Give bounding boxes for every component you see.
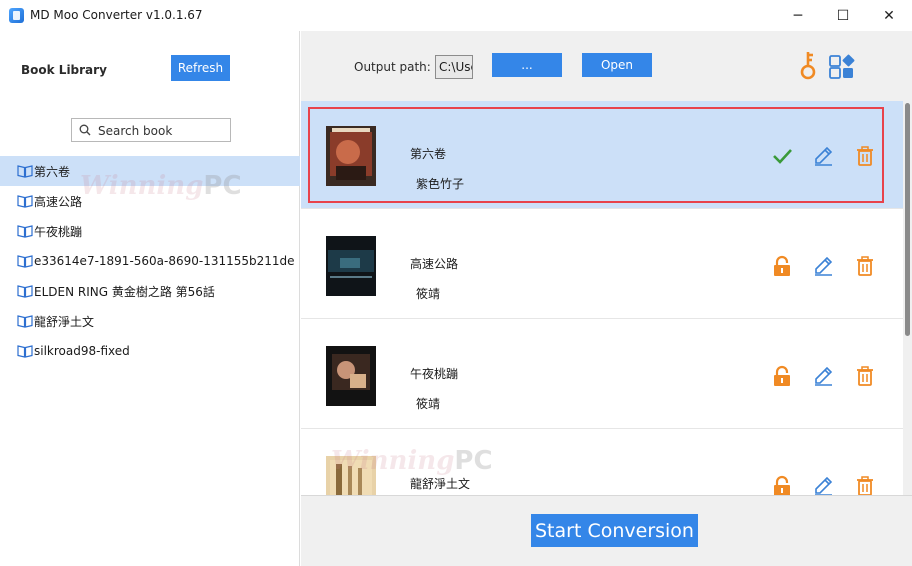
- book-icon: [17, 345, 33, 358]
- sidebar-book-item[interactable]: 午夜桃蹦: [0, 216, 300, 246]
- delete-icon[interactable]: [854, 365, 876, 387]
- book-title: 午夜桃蹦: [410, 367, 459, 381]
- maximize-button[interactable]: ☐: [820, 0, 866, 31]
- output-path-field[interactable]: C:\Use: [435, 55, 473, 79]
- key-icon[interactable]: [797, 50, 819, 80]
- book-title: 高速公路: [410, 257, 459, 271]
- book-author: 筱靖: [416, 287, 441, 301]
- sidebar-book-label: 龍舒淨土文: [34, 314, 95, 329]
- scrollbar-thumb[interactable]: [905, 103, 910, 336]
- app-icon: [9, 8, 24, 23]
- sidebar-book-item[interactable]: 高速公路: [0, 186, 300, 216]
- book-title: 龍舒淨土文: [410, 477, 471, 491]
- start-conversion-button[interactable]: Start Conversion: [531, 514, 698, 547]
- book-icon: [17, 315, 33, 328]
- sidebar-book-item[interactable]: 龍舒淨土文: [0, 306, 300, 336]
- search-placeholder: Search book: [98, 124, 173, 138]
- book-cover: [326, 126, 376, 186]
- sidebar-book-item[interactable]: ELDEN RING 黄金樹之路 第56話: [0, 276, 300, 306]
- sidebar-book-item[interactable]: silkroad98-fixed: [0, 336, 300, 366]
- sidebar-book-item[interactable]: 第六卷: [0, 156, 300, 186]
- book-library-panel: Book Library Refresh Search book 第六卷 高速公…: [0, 31, 300, 566]
- search-input[interactable]: Search book: [71, 118, 231, 142]
- book-cover: [326, 346, 376, 406]
- browse-button[interactable]: ...: [492, 53, 562, 77]
- sidebar-book-label: 午夜桃蹦: [34, 224, 83, 239]
- edit-icon[interactable]: [812, 255, 834, 277]
- minimize-button[interactable]: ─: [775, 0, 821, 31]
- sidebar-book-label: ELDEN RING 黄金樹之路 第56話: [34, 284, 215, 299]
- window-title: MD Moo Converter v1.0.1.67: [30, 8, 203, 22]
- book-row[interactable]: 龍舒淨土文: [301, 431, 903, 495]
- book-list: 第六卷 高速公路 午夜桃蹦 e33614e7-1891-560a-8690-13…: [0, 156, 300, 366]
- scrollbar[interactable]: [903, 101, 912, 495]
- apps-grid-icon[interactable]: [828, 52, 856, 80]
- refresh-button[interactable]: Refresh: [171, 55, 230, 81]
- selection-highlight: [308, 107, 884, 203]
- lock-icon[interactable]: [771, 365, 793, 387]
- book-icon: [17, 255, 33, 268]
- open-button[interactable]: Open: [582, 53, 652, 77]
- edit-icon[interactable]: [812, 365, 834, 387]
- search-icon: [79, 124, 91, 136]
- book-title: 第六卷: [410, 147, 447, 161]
- title-bar: MD Moo Converter v1.0.1.67 ─ ☐ ✕: [0, 0, 912, 31]
- check-icon: [773, 149, 792, 164]
- bottom-bar: Start Conversion: [301, 495, 912, 566]
- book-author: 紫色竹子: [416, 177, 465, 191]
- sidebar-book-item[interactable]: e33614e7-1891-560a-8690-131155b211de: [0, 246, 300, 276]
- edit-icon[interactable]: [812, 145, 834, 167]
- book-row[interactable]: 第六卷 紫色竹子: [301, 101, 903, 209]
- edit-icon[interactable]: [812, 475, 834, 495]
- output-path-label: Output path:: [354, 60, 431, 74]
- delete-icon[interactable]: [854, 475, 876, 495]
- book-cover: [326, 236, 376, 296]
- book-list-view: 第六卷 紫色竹子 高速公路 筱靖 午夜桃蹦 筱靖 龍舒淨土文 PC: [301, 101, 903, 495]
- library-title: Book Library: [21, 63, 107, 77]
- sidebar-book-label: e33614e7-1891-560a-8690-131155b211de: [34, 254, 295, 268]
- book-row[interactable]: 午夜桃蹦 筱靖: [301, 321, 903, 429]
- sidebar-book-label: 高速公路: [34, 194, 83, 209]
- delete-icon[interactable]: [854, 145, 876, 167]
- delete-icon[interactable]: [854, 255, 876, 277]
- book-icon: [17, 195, 33, 208]
- book-row[interactable]: 高速公路 筱靖: [301, 211, 903, 319]
- conversion-panel: Output path: C:\Use ... Open 第六卷 紫色竹子: [301, 31, 912, 566]
- book-icon: [17, 165, 33, 178]
- book-author: 筱靖: [416, 397, 441, 411]
- lock-icon[interactable]: [771, 475, 793, 495]
- close-button[interactable]: ✕: [866, 0, 912, 31]
- lock-icon[interactable]: [771, 255, 793, 277]
- book-cover: [326, 456, 376, 495]
- book-icon: [17, 285, 33, 298]
- book-icon: [17, 225, 33, 238]
- sidebar-book-label: 第六卷: [34, 164, 71, 179]
- sidebar-book-label: silkroad98-fixed: [34, 344, 130, 358]
